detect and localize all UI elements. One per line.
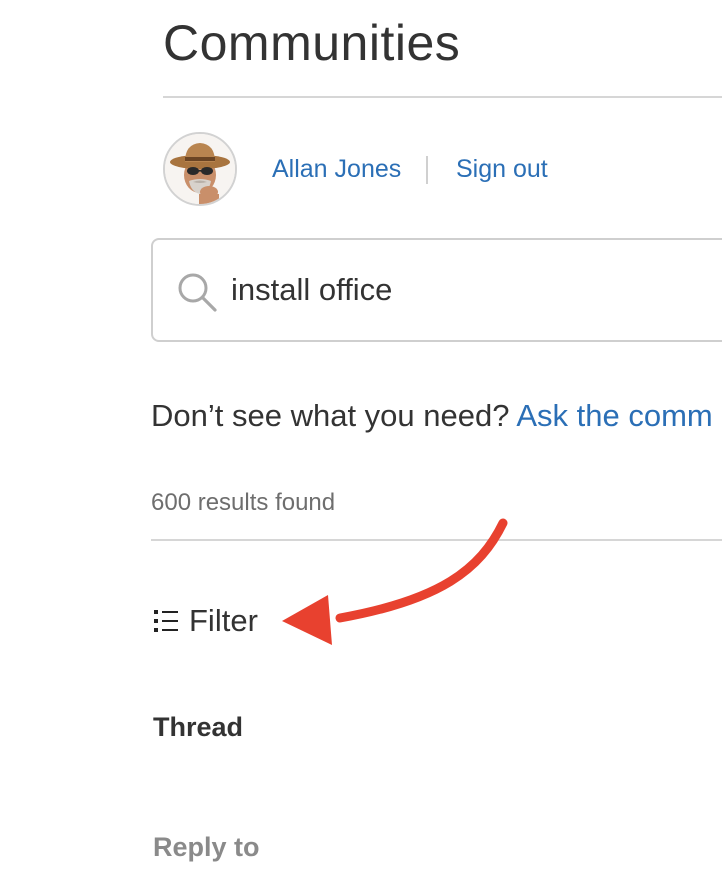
search-box[interactable] [151,238,722,342]
annotation-arrow [282,518,508,645]
filter-label: Filter [189,603,258,638]
search-input[interactable] [231,264,711,316]
search-icon[interactable] [175,270,219,314]
list-icon [154,610,178,632]
user-name-link[interactable]: Allan Jones [272,155,401,184]
sign-out-link[interactable]: Sign out [456,155,548,184]
user-avatar[interactable] [163,132,237,206]
help-prompt-text: Don’t see what you need? [151,398,510,433]
results-count: 600 results found [151,489,336,516]
user-links-divider [426,156,428,184]
help-prompt: Don’t see what you need? Ask the comm [151,398,713,434]
filter-button[interactable]: Filter [153,601,258,641]
memoji-avatar-icon [165,134,235,204]
communities-page: Communities Allan Jones Sign out install… [0,0,722,872]
title-divider [163,96,722,98]
ask-community-link[interactable]: Ask the comm [516,398,712,433]
thread-section-label[interactable]: Thread [153,712,243,743]
reply-to-section-label[interactable]: Reply to [153,832,260,863]
page-title: Communities [163,15,461,71]
